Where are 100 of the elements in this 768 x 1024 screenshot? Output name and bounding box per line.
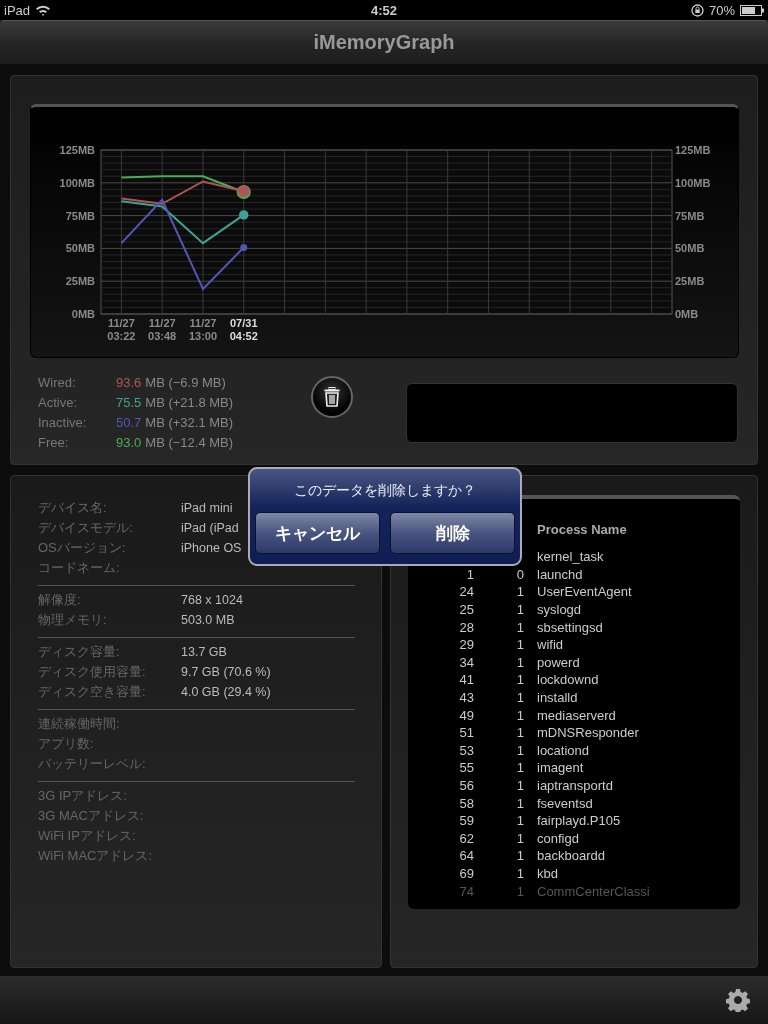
table-cell: configd <box>537 830 579 846</box>
table-cell: launchd <box>537 566 583 582</box>
table-cell: backboardd <box>537 848 605 864</box>
table-cell: 59 <box>459 813 474 829</box>
alert-button[interactable]: 削除 <box>390 512 515 554</box>
table-cell: installd <box>537 690 578 706</box>
table-cell: 34 <box>459 654 474 670</box>
stat-detail: MB (+32.1 MB) <box>145 414 234 430</box>
settings-icon[interactable] <box>726 988 750 1012</box>
table-cell: 25 <box>459 602 474 618</box>
battery-icon <box>740 4 764 16</box>
info-value: 9.7 GB (70.6 %) <box>181 665 271 679</box>
table-cell: fseventsd <box>537 795 593 811</box>
axis-label: 11/27 03:48 <box>148 317 177 342</box>
axis-label: 100MB <box>675 176 711 189</box>
table-cell: mDNSResponder <box>537 725 639 741</box>
table-cell: imagent <box>537 760 584 776</box>
table-cell: syslogd <box>537 602 582 618</box>
table-cell: UserEventAgent <box>537 584 632 600</box>
table-cell: 1 <box>516 619 524 635</box>
stat-label: Inactive: <box>38 414 88 430</box>
table-cell: CommCenterClassi <box>537 883 650 899</box>
axis-label: 25MB <box>675 275 705 288</box>
table-cell: 1 <box>516 725 524 741</box>
axis-label: 75MB <box>675 209 705 222</box>
axis-label: 11/27 13:00 <box>188 317 218 342</box>
stat-value: 50.7 <box>116 414 142 430</box>
table-cell: 24 <box>459 584 474 600</box>
alert-message: このデータを削除しますか？ <box>294 482 476 500</box>
stat-label: Active: <box>38 394 78 410</box>
table-cell: 55 <box>459 760 474 776</box>
rotation-lock-icon <box>690 3 704 17</box>
table-cell: 28 <box>459 619 474 635</box>
stat-label: Wired: <box>38 374 77 390</box>
table-cell: 1 <box>516 654 524 670</box>
axis-label: 100MB <box>59 176 95 189</box>
stat-detail: MB (+21.8 MB) <box>145 394 234 410</box>
table-cell: 1 <box>516 778 524 793</box>
clock-time: 4:52 <box>371 2 397 18</box>
trash-icon <box>324 387 340 407</box>
table-cell: 1 <box>516 760 524 776</box>
info-label: WiFi MACアドレス: <box>38 847 154 865</box>
axis-label: 07/31 04:52 <box>229 317 258 342</box>
info-label: ディスク空き容量: <box>38 683 147 701</box>
info-value: 4.0 GB (29.4 %) <box>181 685 271 699</box>
table-cell: 1 <box>516 883 524 899</box>
table-cell: 1 <box>516 672 524 688</box>
table-cell: 1 <box>516 584 524 600</box>
table-cell: 29 <box>459 637 474 653</box>
axis-label: 125MB <box>675 144 711 156</box>
axis-label: 50MB <box>675 242 705 255</box>
info-value: 503.0 MB <box>181 613 235 627</box>
stat-value: 93.6 <box>116 374 142 390</box>
table-cell: 58 <box>459 795 474 811</box>
table-cell: 1 <box>516 795 524 811</box>
table-cell: 49 <box>459 707 474 723</box>
table-cell: 1 <box>466 566 474 582</box>
stat-detail: MB (−6.9 MB) <box>145 374 226 390</box>
delete-button[interactable] <box>311 376 353 418</box>
table-cell: powerd <box>537 654 580 670</box>
info-label: デバイスモデル: <box>38 519 134 537</box>
table-cell: 1 <box>516 602 524 618</box>
info-value: iPad (iPad <box>181 521 239 535</box>
info-value: iPad mini <box>181 501 233 515</box>
table-cell: lockdownd <box>537 672 599 688</box>
table-cell: 1 <box>516 690 524 706</box>
carrier-label: iPad <box>4 2 31 18</box>
table-cell: 1 <box>516 866 524 881</box>
axis-label: 11/27 03:22 <box>107 317 136 342</box>
info-value: 13.7 GB <box>181 645 227 659</box>
stat-detail: MB (−12.4 MB) <box>145 434 234 450</box>
table-cell: 1 <box>516 813 524 829</box>
axis-label: 50MB <box>65 242 95 255</box>
info-value: iPhone OS <box>181 541 242 555</box>
table-cell: kernel_task <box>537 549 604 565</box>
info-label: デバイス名: <box>38 499 108 517</box>
battery-percent: 70% <box>708 2 735 18</box>
table-cell: 62 <box>459 830 474 846</box>
table-cell: fairplayd.P105 <box>537 813 621 829</box>
table-cell: 1 <box>516 707 524 723</box>
column-header: Process Name <box>537 521 627 537</box>
info-label: 3G MACアドレス: <box>38 807 145 825</box>
table-cell: 1 <box>516 848 524 864</box>
stat-label: Free: <box>38 434 70 450</box>
table-cell: wifid <box>537 637 563 653</box>
info-label: 連続稼働時間: <box>38 715 121 733</box>
info-label: 3G IPアドレス: <box>38 787 128 805</box>
wifi-icon <box>35 4 52 16</box>
table-cell: 43 <box>459 690 474 706</box>
info-label: アプリ数: <box>38 735 95 753</box>
app-title: iMemoryGraph <box>313 31 455 54</box>
table-cell: 56 <box>459 778 474 793</box>
table-cell: 64 <box>459 848 474 864</box>
info-label: WiFi IPアドレス: <box>38 827 137 845</box>
stat-value: 93.0 <box>116 434 142 450</box>
info-label: ディスク使用容量: <box>38 663 147 681</box>
alert-button[interactable]: キャンセル <box>255 512 380 554</box>
table-cell: sbsettingsd <box>537 619 603 635</box>
stat-value: 75.5 <box>116 394 142 410</box>
table-cell: 41 <box>459 672 474 688</box>
